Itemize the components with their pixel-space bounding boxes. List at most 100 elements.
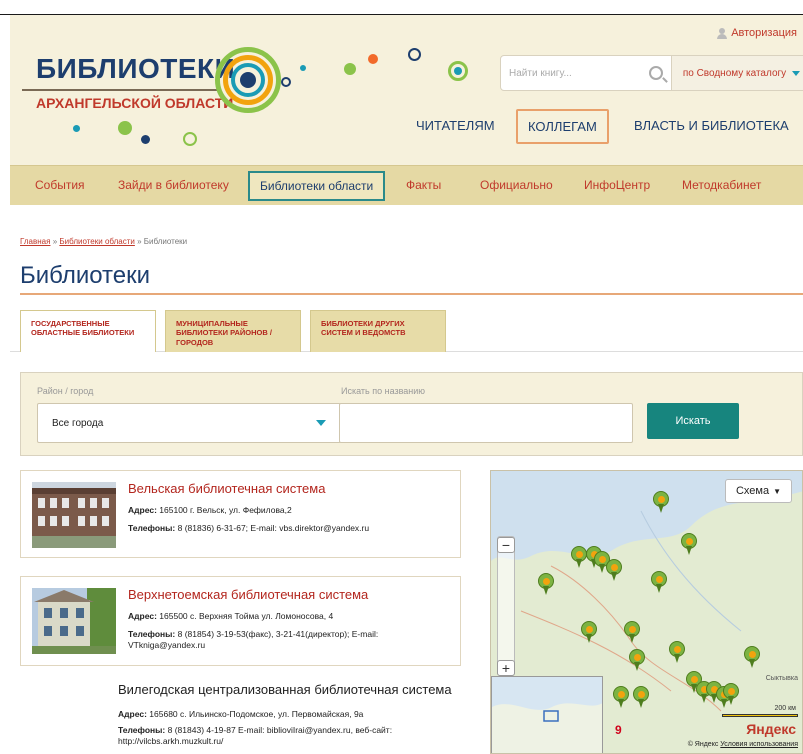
decor-dot	[344, 63, 356, 75]
library-marker-icon[interactable]	[669, 641, 685, 663]
library-marker-icon[interactable]	[723, 683, 739, 705]
user-icon	[717, 27, 728, 39]
breadcrumb-sep: »	[137, 237, 142, 246]
site-header: Авторизация БИБЛИОТЕКИ АРХАНГЕЛЬСКОЙ ОБЛ…	[10, 15, 803, 165]
auth-link[interactable]: Авторизация	[717, 27, 797, 39]
main-nav: События Зайди в библиотеку Библиотеки об…	[10, 165, 803, 205]
zoom-slider[interactable]: − +	[497, 536, 515, 676]
search-scope-label: по Сводному каталогу	[682, 67, 787, 79]
decor-dot	[368, 54, 378, 64]
topnav-readers[interactable]: ЧИТАТЕЛЯМ	[416, 118, 495, 133]
libraries-map[interactable]: Схема ▼ − + 9 Сыктывка 200 км Яндекс © Я…	[490, 470, 803, 754]
search-placeholder: Найти книгу...	[509, 67, 572, 79]
nav-infocenter[interactable]: ИнфоЦентр	[584, 178, 650, 192]
library-marker-icon[interactable]	[538, 573, 554, 595]
zoom-in-button[interactable]: +	[497, 660, 515, 676]
library-marker-icon[interactable]	[653, 491, 669, 513]
nav-official[interactable]: Официально	[480, 178, 553, 192]
nav-regional-libraries[interactable]: Библиотеки области	[248, 171, 386, 201]
library-marker-icon[interactable]	[581, 621, 597, 643]
chevron-down-icon: ▼	[773, 486, 781, 496]
library-marker-icon[interactable]	[629, 649, 645, 671]
title-divider	[20, 293, 803, 295]
library-address: Адрес: 165500 с. Верхняя Тойма ул. Ломон…	[128, 611, 333, 621]
overview-minimap[interactable]	[491, 676, 603, 753]
decor-dot	[141, 135, 150, 144]
address-label: Адрес:	[118, 709, 147, 719]
breadcrumb-parent[interactable]: Библиотеки области	[59, 237, 135, 246]
chevron-down-icon	[316, 420, 326, 426]
nav-events[interactable]: События	[35, 178, 85, 192]
decor-dot	[73, 125, 80, 132]
library-card: Верхнетоемская библиотечная система Адре…	[20, 576, 461, 666]
library-marker-icon[interactable]	[651, 571, 667, 593]
phones-label: Телефоны:	[128, 629, 176, 639]
logo-divider	[22, 89, 217, 91]
library-photo[interactable]	[32, 588, 116, 654]
phones-label: Телефоны:	[128, 523, 176, 533]
nav-methods[interactable]: Методкабинет	[682, 178, 761, 192]
logo-target-center	[240, 72, 256, 88]
terms-link[interactable]: Условия использования	[720, 741, 798, 748]
logo-title[interactable]: БИБЛИОТЕКИ	[36, 53, 235, 85]
map-scale-label: 200 км	[774, 705, 797, 712]
copyright-text: © Яндекс	[687, 741, 719, 748]
breadcrumb-home[interactable]: Главная	[20, 237, 50, 246]
library-name[interactable]: Вилегодская централизованная библиотечна…	[118, 682, 468, 697]
map-layer-label: Схема	[735, 485, 770, 497]
map-city-label: Сыктывка	[765, 675, 798, 682]
library-address: Адрес: 165680 с. Ильинско-Подомское, ул.…	[118, 709, 468, 719]
address-label: Адрес:	[128, 505, 157, 515]
tab-label: ГОСУДАРСТВЕННЫЕ ОБЛАСТНЫЕ БИБЛИОТЕКИ	[31, 319, 135, 338]
library-marker-icon[interactable]	[681, 533, 697, 555]
search-input[interactable]: Найти книгу...	[501, 56, 671, 90]
zoom-out-button[interactable]: −	[497, 537, 515, 553]
library-marker-icon[interactable]	[624, 621, 640, 643]
decor-ring	[408, 48, 421, 61]
library-marker-icon[interactable]	[613, 686, 629, 708]
yandex-logo[interactable]: Яндекс	[746, 721, 796, 737]
address-value: 165680 с. Ильинско-Подомское, ул. Первом…	[149, 709, 364, 719]
location-pin-icon: 9	[615, 723, 622, 737]
library-card: Вельская библиотечная система Адрес: 165…	[20, 470, 461, 558]
district-select[interactable]: Все города	[37, 403, 341, 443]
tab-municipal-libraries[interactable]: МУНИЦИПАЛЬНЫЕ БИБЛИОТЕКИ РАЙОНОВ / ГОРОД…	[165, 310, 301, 352]
library-address: Адрес: 165100 г. Вельск, ул. Фефилова,2	[128, 505, 292, 515]
address-label: Адрес:	[128, 611, 157, 621]
tab-state-libraries[interactable]: ГОСУДАРСТВЕННЫЕ ОБЛАСТНЫЕ БИБЛИОТЕКИ	[20, 310, 156, 352]
library-filter: Район / город Искать по названию Все гор…	[20, 372, 803, 456]
phones-value: 8 (81836) 6-31-67; E-mail: vbs.direktor@…	[177, 523, 370, 533]
library-phones: Телефоны: 8 (81854) 3-19-53(факс), 3-21-…	[128, 629, 453, 651]
library-marker-icon[interactable]	[606, 559, 622, 581]
name-search-label: Искать по названию	[341, 386, 426, 396]
district-label: Район / город	[37, 386, 94, 396]
name-search-input[interactable]	[339, 403, 633, 443]
search-button[interactable]: Искать	[647, 403, 739, 439]
library-marker-icon[interactable]	[744, 646, 760, 668]
library-type-tabs: ГОСУДАРСТВЕННЫЕ ОБЛАСТНЫЕ БИБЛИОТЕКИ МУН…	[10, 310, 803, 352]
tab-label: БИБЛИОТЕКИ ДРУГИХ СИСТЕМ И ВЕДОМСТВ	[321, 319, 406, 338]
address-value: 165100 г. Вельск, ул. Фефилова,2	[159, 505, 292, 515]
nav-visit-library[interactable]: Зайди в библиотеку	[118, 178, 229, 192]
map-layer-select[interactable]: Схема ▼	[724, 479, 792, 503]
library-photo[interactable]	[32, 482, 116, 548]
library-marker-icon[interactable]	[571, 546, 587, 568]
nav-facts[interactable]: Факты	[406, 178, 441, 192]
library-name[interactable]: Верхнетоемская библиотечная система	[128, 587, 368, 602]
minimap-graphic	[492, 677, 602, 753]
decor-dot	[300, 65, 306, 71]
district-value: Все города	[52, 417, 104, 429]
logo-subtitle[interactable]: АРХАНГЕЛЬСКОЙ ОБЛАСТИ	[36, 95, 233, 111]
topnav-colleagues[interactable]: КОЛЛЕГАМ	[516, 109, 609, 144]
topnav-authorities[interactable]: ВЛАСТЬ И БИБЛИОТЕКА	[634, 118, 789, 133]
library-marker-icon[interactable]	[633, 686, 649, 708]
tab-other-libraries[interactable]: БИБЛИОТЕКИ ДРУГИХ СИСТЕМ И ВЕДОМСТВ	[310, 310, 446, 352]
map-scale-bar	[722, 714, 798, 717]
library-name[interactable]: Вельская библиотечная система	[128, 481, 325, 496]
chevron-down-icon	[792, 70, 801, 76]
library-card: Вилегодская централизованная библиотечна…	[118, 682, 468, 747]
search-scope-select[interactable]: по Сводному каталогу	[671, 56, 803, 90]
search-icon[interactable]	[649, 66, 663, 80]
phones-label: Телефоны:	[118, 725, 166, 735]
decor-ring	[183, 132, 197, 146]
